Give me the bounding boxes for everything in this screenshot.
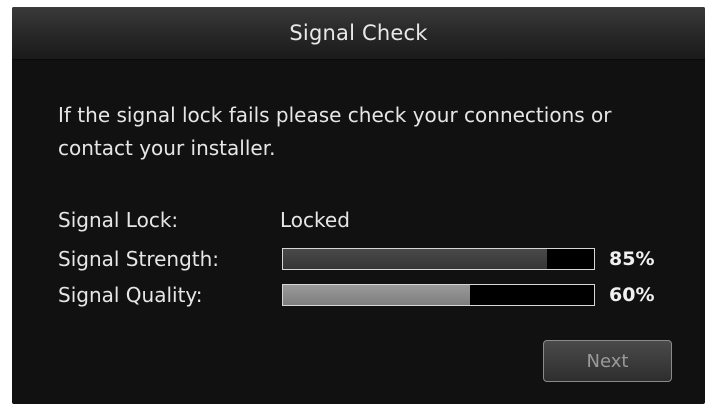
signal-quality-label: Signal Quality: <box>58 283 203 307</box>
signal-strength-label: Signal Strength: <box>58 247 220 271</box>
title-bar: Signal Check <box>12 7 705 60</box>
signal-lock-row: Signal Lock: Locked <box>58 206 678 234</box>
signal-lock-status: Locked <box>280 208 350 232</box>
dialog-title: Signal Check <box>289 21 428 45</box>
next-button[interactable]: Next <box>543 340 672 382</box>
signal-quality-bar-fill <box>283 285 470 305</box>
signal-strength-bar-fill <box>283 249 548 269</box>
signal-strength-bar <box>282 248 595 270</box>
signal-quality-percent: 60% <box>609 284 655 306</box>
signal-quality-row: Signal Quality: 60% <box>58 281 678 309</box>
signal-strength-row: Signal Strength: 85% <box>58 245 678 273</box>
instruction-message: If the signal lock fails please check yo… <box>58 103 612 160</box>
signal-strength-percent: 85% <box>609 248 655 270</box>
signal-quality-bar <box>282 284 595 306</box>
signal-check-dialog: Signal Check If the signal lock fails pl… <box>12 7 705 404</box>
signal-lock-label: Signal Lock: <box>58 208 179 232</box>
